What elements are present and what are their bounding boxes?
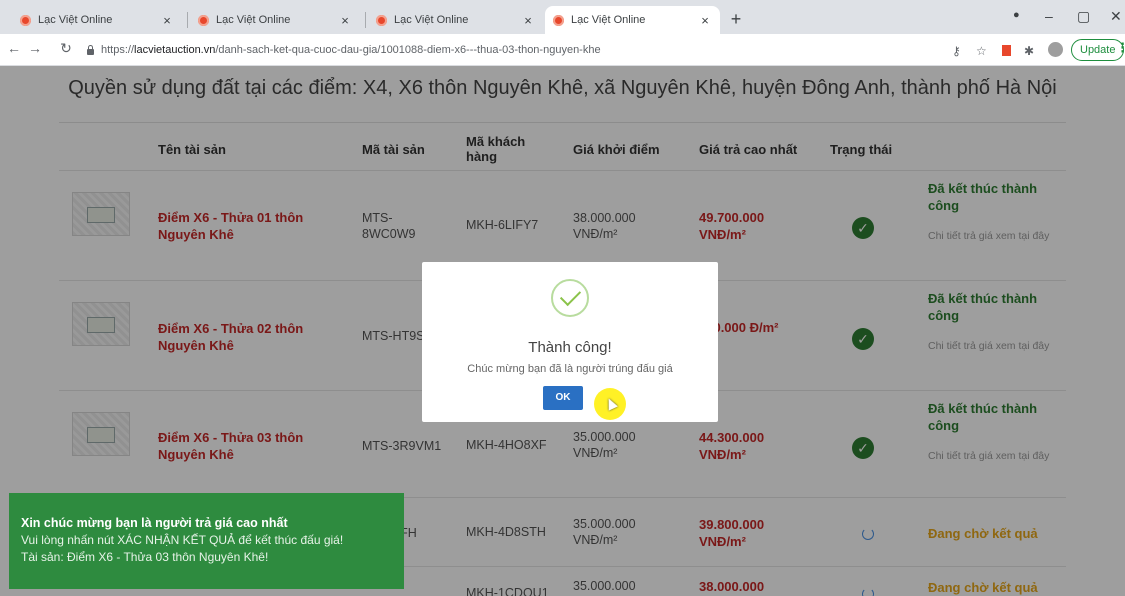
minimize-icon[interactable]: – <box>1045 8 1053 24</box>
browser-tab-bar: Lạc Việt Online × Lạc Việt Online × Lạc … <box>0 0 1125 34</box>
extension-red-icon[interactable] <box>1002 45 1011 56</box>
lacviet-favicon-icon <box>20 14 31 26</box>
tab-separator <box>365 12 366 28</box>
browser-tab-1[interactable]: Lạc Việt Online × <box>12 6 182 34</box>
tab-separator <box>187 12 188 28</box>
tab-close-icon[interactable]: × <box>521 13 535 28</box>
toast-asset: Tài sản: Điểm X6 - Thửa 03 thôn Nguyên K… <box>21 550 269 564</box>
url-host: lacvietauction.vn <box>134 44 216 56</box>
lacviet-favicon-icon <box>553 14 564 26</box>
browser-tab-3[interactable]: Lạc Việt Online × <box>368 6 543 34</box>
star-icon[interactable]: ☆ <box>976 44 987 58</box>
toast-message: Vui lòng nhấn nút XÁC NHẬN KẾT QUẢ để kế… <box>21 533 344 547</box>
success-check-icon <box>551 279 589 317</box>
tab-title: Lạc Việt Online <box>38 14 113 26</box>
menu-icon[interactable]: ⋮ <box>1116 40 1125 56</box>
lacviet-favicon-icon <box>198 14 209 26</box>
ok-button[interactable]: OK <box>543 386 583 410</box>
toast-title: Xin chúc mừng bạn là người trả giá cao n… <box>21 516 288 530</box>
tab-close-icon[interactable]: × <box>338 13 352 28</box>
url-scheme: https:// <box>101 44 135 56</box>
tab-title: Lạc Việt Online <box>394 14 469 26</box>
back-icon[interactable]: ← <box>6 40 22 56</box>
window-close-icon[interactable]: ✕ <box>1110 8 1122 25</box>
new-tab-button[interactable]: + <box>726 9 746 30</box>
lock-icon <box>86 44 95 55</box>
maximize-icon[interactable]: ▢ <box>1077 8 1090 25</box>
address-bar[interactable]: https://lacvietauction.vn/danh-sach-ket-… <box>86 38 1026 62</box>
url-path: /danh-sach-ket-qua-cuoc-dau-gia/1001088-… <box>215 44 601 56</box>
success-dialog: Thành công! Chúc mừng bạn đã là người tr… <box>422 262 718 422</box>
profile-dot-icon[interactable]: ● <box>1013 9 1020 21</box>
browser-tab-4-active[interactable]: Lạc Việt Online × <box>545 6 720 34</box>
profile-avatar-icon[interactable] <box>1048 42 1063 57</box>
dialog-message: Chúc mừng bạn đã là người trúng đấu giá <box>467 363 673 375</box>
tab-title: Lạc Việt Online <box>571 14 646 26</box>
tab-close-icon[interactable]: × <box>160 13 174 28</box>
key-icon[interactable]: ⚷ <box>952 44 961 58</box>
browser-toolbar: ← → ↻ https://lacvietauction.vn/danh-sac… <box>0 34 1125 66</box>
extension-puzzle-icon[interactable]: ✱ <box>1024 44 1034 58</box>
forward-icon[interactable]: → <box>27 40 43 56</box>
congratulation-toast[interactable]: Xin chúc mừng bạn là người trả giá cao n… <box>9 493 404 589</box>
browser-tab-2[interactable]: Lạc Việt Online × <box>190 6 360 34</box>
reload-icon[interactable]: ↻ <box>58 40 74 57</box>
lacviet-favicon-icon <box>376 14 387 26</box>
tab-title: Lạc Việt Online <box>216 14 291 26</box>
dialog-title: Thành công! <box>528 339 612 356</box>
tab-close-icon[interactable]: × <box>698 13 712 28</box>
